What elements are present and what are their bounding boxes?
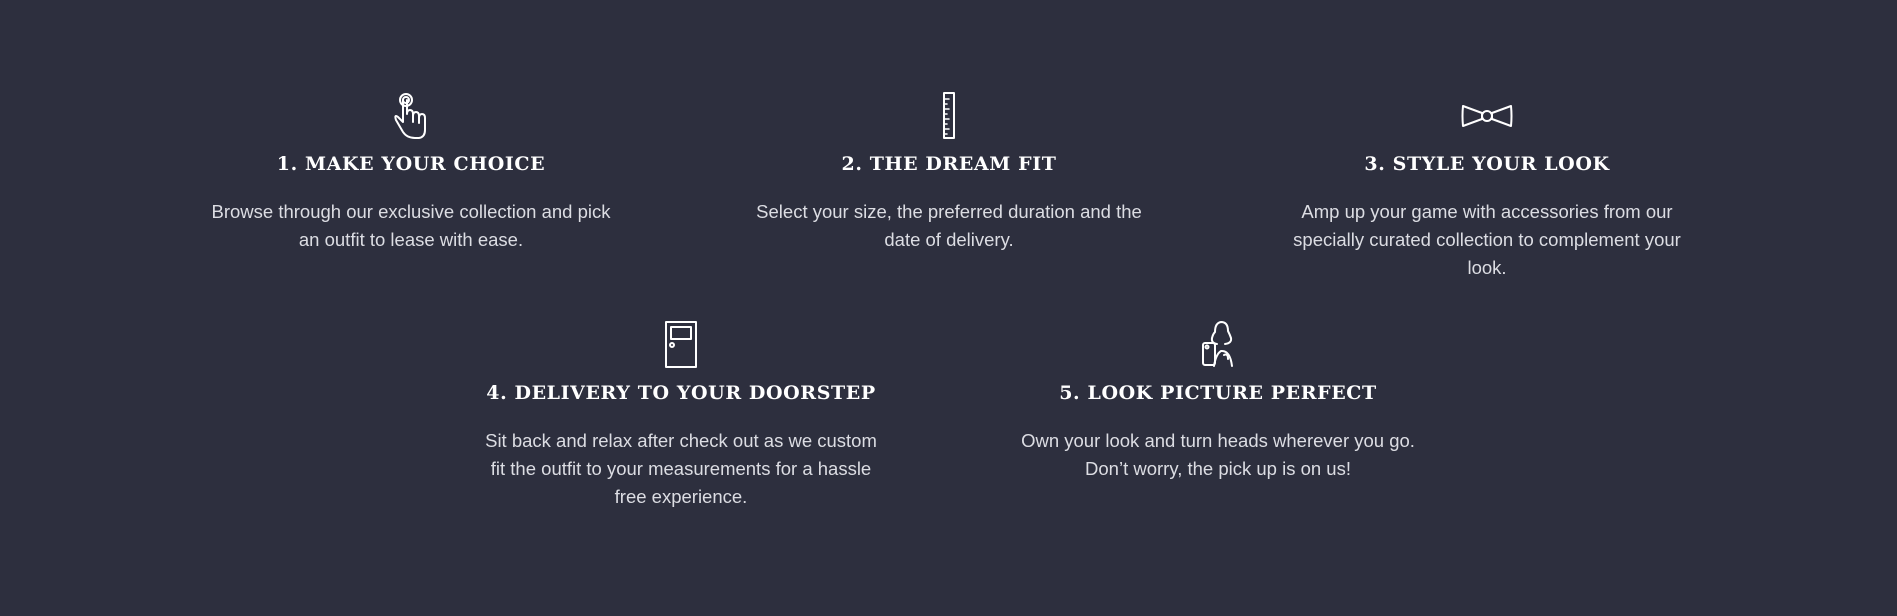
step-description: Browse through our exclusive collection … (211, 201, 611, 250)
step-look-picture-perfect: 5. LOOK PICTURE PERFECT Own your look an… (1008, 319, 1428, 483)
step-description: Own your look and turn heads wherever yo… (1021, 430, 1415, 479)
step-description: Amp up your game with accessories from o… (1293, 201, 1681, 278)
step-title: 1. MAKE YOUR CHOICE (276, 153, 546, 175)
door-icon (651, 319, 711, 371)
step-delivery-to-your-doorstep: 4. DELIVERY TO YOUR DOORSTEP Sit back an… (471, 319, 891, 511)
step-the-dream-fit: 2. THE DREAM FIT Select your size, the p… (739, 90, 1159, 254)
step-description: Select your size, the preferred duration… (756, 201, 1142, 250)
step-title: 4. DELIVERY TO YOUR DOORSTEP (486, 382, 876, 404)
step-make-your-choice: 1. MAKE YOUR CHOICE Browse through our e… (201, 90, 621, 254)
step-title: 2. THE DREAM FIT (841, 153, 1057, 175)
step-title: 5. LOOK PICTURE PERFECT (1059, 382, 1377, 404)
ruler-icon (919, 90, 979, 142)
step-title: 3. STYLE YOUR LOOK (1364, 153, 1610, 175)
bow-tie-icon (1457, 90, 1517, 142)
tap-hand-icon (381, 90, 441, 142)
step-description: Sit back and relax after check out as we… (485, 430, 877, 507)
step-style-your-look: 3. STYLE YOUR LOOK Amp up your game with… (1277, 90, 1697, 282)
selfie-icon (1188, 319, 1248, 371)
